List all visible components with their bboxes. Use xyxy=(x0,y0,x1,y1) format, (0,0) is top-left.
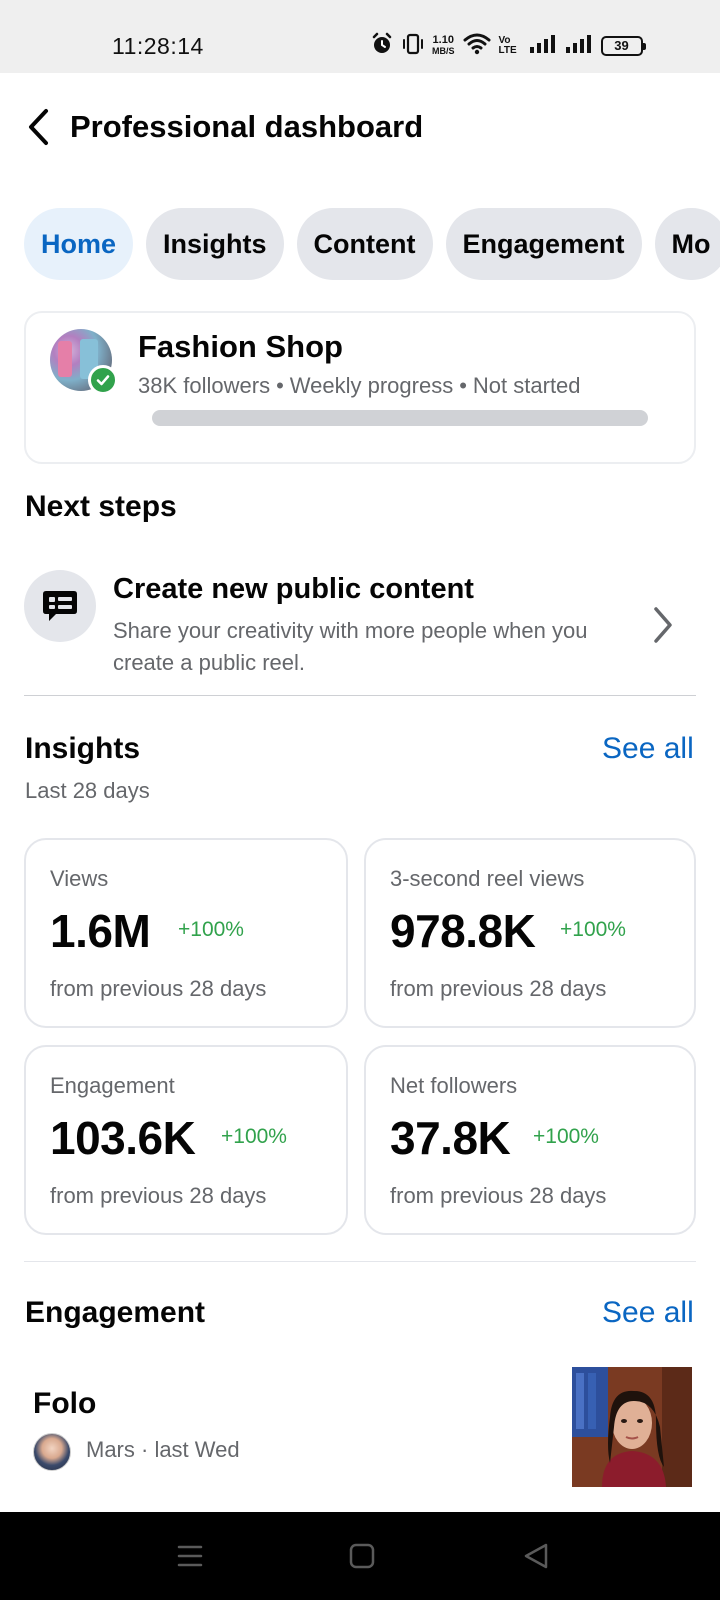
metric-value: 1.6M xyxy=(50,905,151,957)
metric-label: Engagement xyxy=(50,1073,175,1098)
metric-comparison: from previous 28 days xyxy=(390,1183,607,1208)
next-step-title: Create new public content xyxy=(113,573,474,605)
verified-check-icon xyxy=(88,365,118,395)
tab-bar: Home Insights Content Engagement Mo xyxy=(24,208,720,280)
avatar xyxy=(33,1433,71,1471)
engagement-see-all-link[interactable]: See all xyxy=(602,1296,694,1330)
tab-more[interactable]: Mo xyxy=(654,208,720,280)
vibrate-icon xyxy=(402,32,424,61)
metric-comparison: from previous 28 days xyxy=(50,1183,267,1208)
tab-content[interactable]: Content xyxy=(296,208,433,280)
network-speed-unit: MB/S xyxy=(432,46,455,56)
tab-engagement[interactable]: Engagement xyxy=(445,208,642,280)
network-speed: 1.10 MB/S xyxy=(432,35,455,57)
reel-content-icon xyxy=(24,570,96,642)
followers-count: 38K followers xyxy=(138,373,271,398)
engagement-title: Engagement xyxy=(25,1296,206,1329)
metric-card-views[interactable]: Views 1.6M +100% from previous 28 days xyxy=(24,838,348,1028)
insights-period: Last 28 days xyxy=(25,778,150,803)
metric-change: +100% xyxy=(560,918,626,941)
header: Professional dashboard xyxy=(0,73,720,183)
metric-comparison: from previous 28 days xyxy=(390,976,607,1001)
home-icon[interactable] xyxy=(342,1538,382,1574)
metric-card-engagement[interactable]: Engagement 103.6K +100% from previous 28… xyxy=(24,1045,348,1235)
volte-indicator: Vo LTE xyxy=(498,35,517,56)
menu-icon[interactable] xyxy=(170,1538,210,1574)
metric-change: +100% xyxy=(221,1125,287,1148)
metric-label: Net followers xyxy=(390,1073,518,1098)
metric-value: 103.6K xyxy=(50,1112,196,1164)
metric-change: +100% xyxy=(533,1125,599,1148)
system-nav-bar xyxy=(0,1512,720,1600)
insights-title: Insights xyxy=(25,732,141,765)
battery-indicator: 39 xyxy=(600,36,646,56)
metric-comparison: from previous 28 days xyxy=(50,976,267,1001)
signal-icon xyxy=(529,34,557,59)
status-time: 11:28:14 xyxy=(112,33,204,59)
post-meta: Mars · last Wed xyxy=(86,1437,240,1462)
divider xyxy=(24,1261,696,1262)
metric-value: 37.8K xyxy=(390,1112,511,1164)
metric-label: Views xyxy=(50,866,109,891)
post-thumbnail xyxy=(572,1367,692,1487)
post-title: Folo xyxy=(33,1387,97,1420)
metric-change: +100% xyxy=(178,918,244,941)
wifi-icon xyxy=(463,33,491,60)
next-steps-title: Next steps xyxy=(25,490,177,523)
progress-status: Not started xyxy=(472,373,581,398)
alarm-icon xyxy=(370,32,394,61)
chevron-right-icon[interactable] xyxy=(648,603,678,647)
metric-card-net-followers[interactable]: Net followers 37.8K +100% from previous … xyxy=(364,1045,696,1235)
tab-home[interactable]: Home xyxy=(24,208,134,280)
metric-value: 978.8K xyxy=(390,905,536,957)
signal-icon-2 xyxy=(565,34,593,59)
profile-meta: 38K followers • Weekly progress • Not starte… xyxy=(138,373,581,399)
back-triangle-icon[interactable] xyxy=(516,1538,556,1574)
metric-card-reel-views[interactable]: 3-second reel views 978.8K +100% from pr… xyxy=(364,838,696,1028)
weekly-progress-label: Weekly progress xyxy=(289,373,454,398)
profile-card[interactable]: Fashion Shop 38K followers • Weekly progre… xyxy=(24,311,696,464)
metric-label: 3-second reel views xyxy=(390,866,585,891)
separator-dot: • xyxy=(459,373,467,398)
insights-see-all-link[interactable]: See all xyxy=(602,732,694,766)
next-step-description: Share your creativity with more people w… xyxy=(113,618,588,675)
chevron-left-icon xyxy=(29,109,48,145)
status-icons: 1.10 MB/S Vo LTE 39 xyxy=(370,32,646,61)
divider xyxy=(24,695,696,696)
profile-name: Fashion Shop xyxy=(138,329,343,364)
page-title: Professional dashboard xyxy=(70,109,424,144)
status-bar: 11:28:14 1.10 MB/S Vo LTE 39 xyxy=(0,0,720,73)
network-speed-value: 1.10 xyxy=(432,34,454,46)
weekly-progress-bar xyxy=(152,410,648,426)
separator-dot: • xyxy=(276,373,284,398)
back-button[interactable] xyxy=(22,105,54,149)
tab-insights[interactable]: Insights xyxy=(146,208,284,280)
